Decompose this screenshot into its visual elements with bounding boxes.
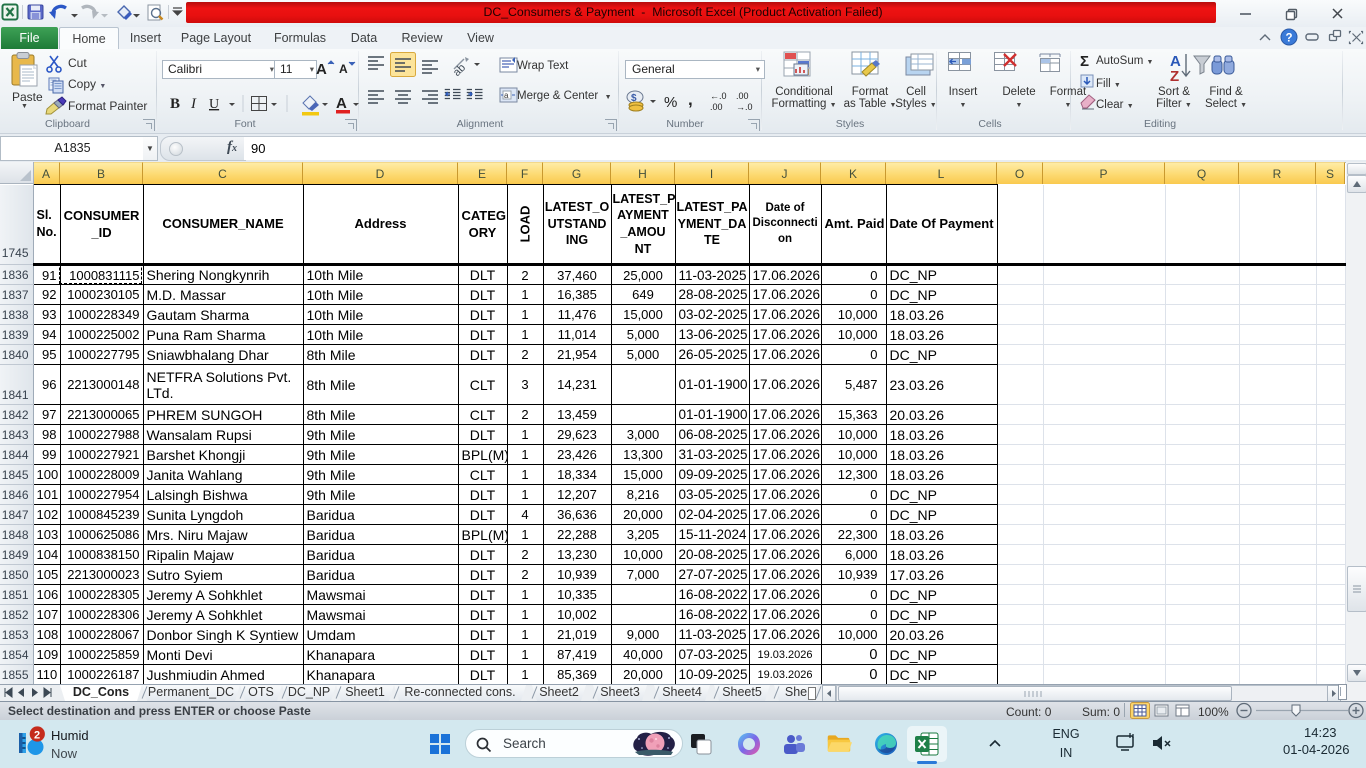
svg-text:,: ,: [688, 90, 693, 109]
svg-text:a: a: [504, 91, 509, 100]
svg-text:A: A: [339, 62, 348, 76]
svg-text:ab: ab: [451, 62, 468, 79]
svg-text:←.0: ←.0: [710, 91, 727, 101]
svg-text:.00: .00: [710, 102, 723, 112]
svg-text:Z: Z: [1170, 68, 1179, 85]
svg-text:2: 2: [34, 730, 40, 742]
svg-text:A: A: [336, 95, 347, 112]
svg-text:U: U: [209, 97, 219, 112]
svg-text:Σ: Σ: [1080, 53, 1089, 70]
svg-text:→.0: →.0: [736, 102, 753, 112]
svg-text:I: I: [190, 96, 197, 112]
svg-text:.00: .00: [736, 91, 749, 101]
svg-text:?: ?: [1286, 33, 1293, 45]
svg-text:B: B: [170, 96, 180, 112]
svg-text:A: A: [316, 61, 327, 78]
svg-text:%: %: [664, 94, 677, 111]
